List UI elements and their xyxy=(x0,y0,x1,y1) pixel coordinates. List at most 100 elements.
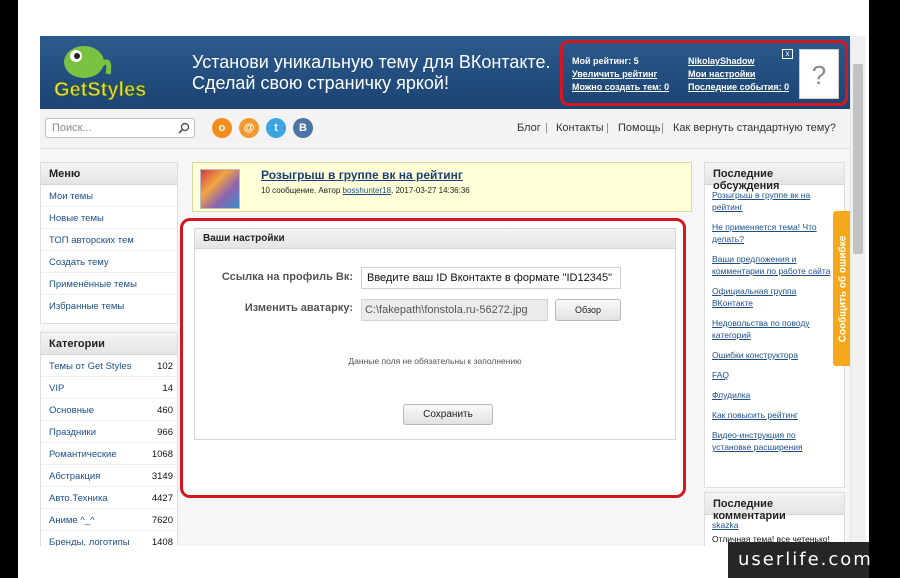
category-item[interactable]: Аниме ^_^ 7620 xyxy=(41,509,177,531)
menu-item-new-themes[interactable]: Новые темы xyxy=(41,207,177,229)
search-icon[interactable] xyxy=(178,122,190,134)
nav-blog[interactable]: Блог xyxy=(517,122,541,134)
category-item[interactable]: Темы от Get Styles 102 xyxy=(41,355,177,377)
username-link[interactable]: NikolayShadow xyxy=(688,56,755,66)
comments-box: Последние комментарии skazka Отличная те… xyxy=(704,492,845,546)
scrollbar[interactable] xyxy=(850,36,865,546)
category-label: Аниме ^_^ xyxy=(49,515,95,526)
category-label: Бренды, логотипы xyxy=(49,537,130,546)
recent-events-link[interactable]: Последние события: 0 xyxy=(688,82,789,92)
nav-help[interactable]: Помощь xyxy=(618,122,661,134)
page: GetStyles Установи уникальную тему для В… xyxy=(40,36,866,546)
contest-author-link[interactable]: bosshunter18 xyxy=(343,186,391,195)
discussion-link[interactable]: FAQ xyxy=(705,365,844,385)
user-panel: Мой рейтинг: 5 Увеличить рейтинг Можно с… xyxy=(560,40,848,106)
category-label: Темы от Get Styles xyxy=(49,361,132,372)
category-item[interactable]: Романтические 1068 xyxy=(41,443,177,465)
discussion-link[interactable]: Официальная группа ВКонтакте xyxy=(705,281,844,313)
nav-contacts[interactable]: Контакты xyxy=(556,122,604,134)
menu-box: Меню Мои темы Новые темы ТОП авторских т… xyxy=(40,162,178,324)
settings-highlight: Ваши настройки Ссылка на профиль Вк: Вве… xyxy=(180,218,686,498)
categories-box: Категории Темы от Get Styles 102 VIP 14 Ос… xyxy=(40,332,178,546)
discussion-link[interactable]: Ваши предложения и комментарии по работе… xyxy=(705,249,844,281)
contest-date: 2017-03-27 14:36:36 xyxy=(395,186,470,195)
discussion-link[interactable]: Флудилка xyxy=(705,385,844,405)
category-count: 3149 xyxy=(151,471,173,482)
contest-avatar[interactable] xyxy=(200,169,240,209)
feedback-label: Сообщить об ошибке xyxy=(837,235,849,342)
increase-rating-link[interactable]: Увеличить рейтинг xyxy=(572,69,657,79)
category-item[interactable]: Праздники 966 xyxy=(41,421,177,443)
settings-panel: Ваши настройки Ссылка на профиль Вк: Вве… xyxy=(194,228,676,440)
menu-item-favorite-themes[interactable]: Избранные темы xyxy=(41,295,177,317)
menu-item-applied-themes[interactable]: Применённые темы xyxy=(41,273,177,295)
mail-icon[interactable]: @ xyxy=(239,118,259,138)
rating-text: Мой рейтинг: 5 xyxy=(572,56,639,66)
nav-separator: | xyxy=(545,122,548,134)
close-icon[interactable]: x xyxy=(782,49,793,59)
browser-window: GetStyles Установи уникальную тему для В… xyxy=(18,0,869,578)
nav-separator: | xyxy=(606,122,609,134)
discussion-link[interactable]: Ошибки конструктора xyxy=(705,345,844,365)
category-item[interactable]: Бренды, логотипы 1408 xyxy=(41,531,177,546)
category-count: 1068 xyxy=(151,449,173,460)
toolbar: Поиск... o @ t B Блог | Контакты | Помощ… xyxy=(40,109,850,149)
contest-title-link[interactable]: Розыгрыш в группе вк на рейтинг xyxy=(261,168,463,182)
vk-profile-label: Ссылка на профиль Вк: xyxy=(221,271,353,283)
category-count: 966 xyxy=(157,427,173,438)
nav-restore-theme[interactable]: Как вернуть стандартную тему? xyxy=(673,122,836,134)
category-label: Авто.Техника xyxy=(49,493,108,504)
contest-meta-prefix: 10 сообщение. Автор xyxy=(261,186,341,195)
category-count: 7620 xyxy=(151,515,173,526)
search-placeholder: Поиск... xyxy=(52,122,92,134)
categories-title: Категории xyxy=(41,333,177,355)
category-item[interactable]: Основные 460 xyxy=(41,399,177,421)
category-label: Абстракция xyxy=(49,471,101,482)
category-count: 4427 xyxy=(151,493,173,504)
menu-item-create-theme[interactable]: Создать тему xyxy=(41,251,177,273)
category-label: Праздники xyxy=(49,427,96,438)
contest-meta: 10 сообщение. Автор bosshunter18, 2017-0… xyxy=(261,186,470,195)
vk-icon[interactable]: B xyxy=(293,118,313,138)
scrollbar-thumb[interactable] xyxy=(853,64,863,254)
discussion-link[interactable]: Видео-инструкция по установке расширения xyxy=(705,425,844,457)
contest-banner: Розыгрыш в группе вк на рейтинг 10 сообщ… xyxy=(192,162,692,212)
logo-text: GetStyles xyxy=(54,79,146,101)
vk-profile-input[interactable]: Введите ваш ID Вконтакте в формате "ID12… xyxy=(361,267,621,289)
category-count: 14 xyxy=(162,383,173,394)
category-item[interactable]: Абстракция 3149 xyxy=(41,465,177,487)
settings-title: Ваши настройки xyxy=(195,229,675,249)
menu-item-top-themes[interactable]: ТОП авторских тем xyxy=(41,229,177,251)
slogan-line-2: Сделай свою страничку яркой! xyxy=(192,73,449,93)
nav-separator: | xyxy=(661,122,664,134)
search-input[interactable]: Поиск... xyxy=(45,118,195,138)
browse-button[interactable]: Обзор xyxy=(555,299,621,321)
category-item[interactable]: VIP 14 xyxy=(41,377,177,399)
discussion-link[interactable]: Недовольства по поводу категорий xyxy=(705,313,844,345)
discussion-link[interactable]: Как повысить рейтинг xyxy=(705,405,844,425)
category-item[interactable]: Авто.Техника 4427 xyxy=(41,487,177,509)
twitter-icon[interactable]: t xyxy=(266,118,286,138)
category-count: 1408 xyxy=(151,537,173,546)
menu-title: Меню xyxy=(41,163,177,185)
change-avatar-label: Изменить аватарку: xyxy=(244,302,353,314)
can-create-link[interactable]: Можно создать тем: 0 xyxy=(572,82,669,92)
getstyles-logo[interactable]: GetStyles xyxy=(50,40,170,106)
category-label: Романтические xyxy=(49,449,117,460)
slogan-line-1: Установи уникальную тему для ВКонтакте. xyxy=(192,52,551,72)
discussions-title: Последние обсуждения xyxy=(705,163,844,192)
discussion-link[interactable]: Розыгрыш в группе вк на рейтинг xyxy=(705,185,844,217)
my-settings-link[interactable]: Мои настройки xyxy=(688,69,755,79)
avatar[interactable]: ? xyxy=(799,49,839,99)
menu-item-my-themes[interactable]: Мои темы xyxy=(41,185,177,207)
category-count: 102 xyxy=(157,361,173,372)
slogan: Установи уникальную тему для ВКонтакте. … xyxy=(192,52,550,94)
avatar-file-input[interactable]: C:\fakepath\fonstola.ru-56272.jpg xyxy=(361,299,548,321)
discussion-link[interactable]: Не применяется тема! Что делать? xyxy=(705,217,844,249)
watermark: userlife.com xyxy=(728,542,900,578)
save-button[interactable]: Сохранить xyxy=(403,404,493,425)
ok-icon[interactable]: o xyxy=(212,118,232,138)
discussions-box: Последние обсуждения Розыгрыш в группе в… xyxy=(704,162,845,488)
category-label: Основные xyxy=(49,405,95,416)
optional-fields-hint: Данные поля не обязательны к заполнению xyxy=(348,356,522,366)
